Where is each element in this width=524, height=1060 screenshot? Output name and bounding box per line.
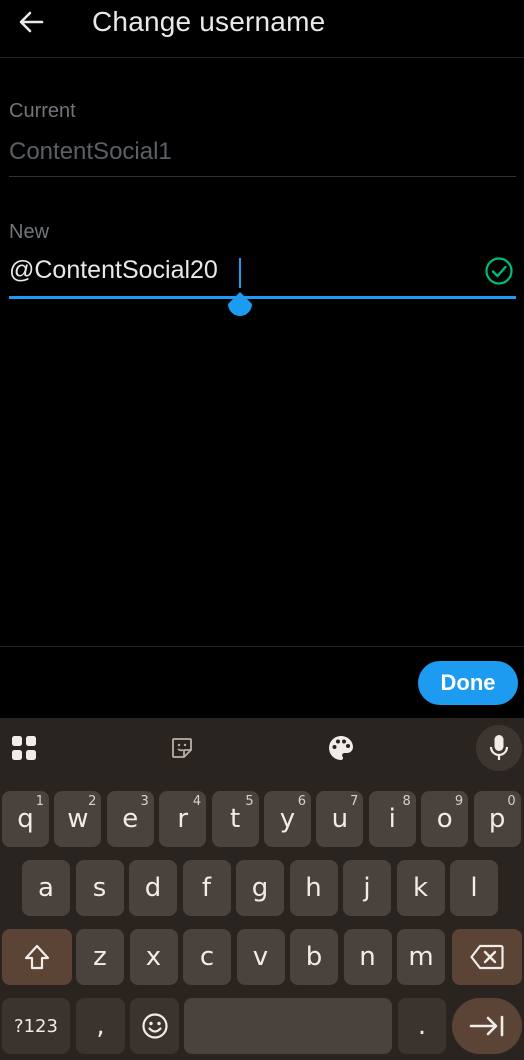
page-title: Change username: [92, 6, 326, 37]
key-i[interactable]: i8: [368, 791, 416, 847]
key-f[interactable]: f: [182, 860, 231, 916]
key-w-label: w: [67, 804, 89, 834]
key-s[interactable]: s: [75, 860, 124, 916]
on-screen-keyboard: ?123 , . q1w2e3r4t5y6u7i8o9p0asdfghjklzx…: [0, 718, 524, 1060]
key-g[interactable]: g: [236, 860, 284, 916]
voice-input-button[interactable]: [476, 725, 522, 771]
new-username-input[interactable]: @ContentSocial20: [9, 256, 218, 285]
key-e[interactable]: e3: [106, 791, 154, 847]
key-a-label: a: [38, 873, 54, 903]
back-button[interactable]: [12, 4, 50, 40]
key-o-label: o: [436, 804, 453, 834]
key-b[interactable]: b: [290, 929, 338, 985]
key-m-label: m: [408, 942, 434, 972]
key-d[interactable]: d: [129, 860, 177, 916]
key-u-label: u: [331, 804, 349, 834]
key-r-hint: 4: [192, 794, 202, 809]
text-cursor: [239, 258, 241, 288]
key-b-label: b: [305, 942, 323, 972]
key-x[interactable]: x: [129, 929, 178, 985]
key-y-hint: 6: [297, 794, 306, 809]
key-p[interactable]: p0: [473, 791, 521, 847]
enter-key[interactable]: [452, 998, 522, 1054]
key-l-label: l: [470, 873, 478, 903]
key-q-label: q: [17, 804, 34, 834]
key-j-label: j: [363, 873, 371, 903]
key-m[interactable]: m: [397, 929, 445, 985]
shift-key[interactable]: [2, 929, 72, 985]
comma-key[interactable]: ,: [76, 998, 125, 1054]
emoji-icon: [141, 1013, 168, 1039]
key-u[interactable]: u7: [316, 791, 364, 847]
key-v-label: v: [252, 942, 269, 972]
key-r-label: r: [177, 804, 189, 834]
key-t-hint: 5: [245, 794, 254, 809]
sticker-button[interactable]: [166, 726, 198, 770]
arrow-left-icon: [19, 11, 44, 33]
palette-icon: [329, 736, 353, 760]
emoji-key[interactable]: [130, 998, 179, 1054]
key-t[interactable]: t5: [211, 791, 259, 847]
key-s-label: s: [92, 873, 107, 903]
mic-background: [476, 725, 522, 771]
key-q-hint: 1: [35, 794, 44, 809]
app-header: Change username: [0, 0, 524, 58]
key-e-hint: 3: [140, 794, 149, 809]
key-y[interactable]: y6: [264, 791, 311, 847]
space-bar[interactable]: [184, 998, 392, 1054]
key-n[interactable]: n: [343, 929, 392, 985]
new-label: New: [9, 221, 50, 243]
key-k-label: k: [412, 873, 429, 903]
input-underline: [9, 296, 516, 299]
key-i-hint: 8: [402, 794, 411, 809]
key-h-label: h: [305, 873, 322, 903]
sticker-icon: [172, 738, 192, 758]
key-p-hint: 0: [507, 794, 516, 809]
key-v[interactable]: v: [236, 929, 285, 985]
check-circle-icon: [485, 257, 513, 285]
key-o[interactable]: o9: [421, 791, 469, 847]
apps-grid-button[interactable]: [6, 726, 42, 770]
backspace-key[interactable]: [452, 929, 522, 985]
key-o-hint: 9: [454, 794, 464, 809]
key-h[interactable]: h: [289, 860, 338, 916]
key-z[interactable]: z: [76, 929, 124, 985]
divider: [9, 176, 516, 177]
period-key[interactable]: .: [398, 998, 446, 1054]
key-g-label: g: [251, 873, 269, 903]
key-f-label: f: [201, 873, 212, 903]
cursor-handle[interactable]: [226, 290, 254, 322]
backspace-icon: [470, 944, 504, 970]
key-c-label: c: [199, 942, 215, 972]
shift-icon: [24, 944, 50, 970]
bottom-divider: [0, 646, 524, 647]
key-l[interactable]: l: [450, 860, 498, 916]
key-y-label: y: [279, 804, 296, 834]
key-q[interactable]: q1: [2, 791, 49, 847]
theme-button[interactable]: [324, 726, 358, 770]
key-r[interactable]: r4: [159, 791, 207, 847]
key-t-label: t: [229, 804, 241, 834]
key-i-label: i: [388, 804, 396, 834]
key-d-label: d: [144, 873, 162, 903]
key-x-label: x: [145, 942, 162, 972]
key-w[interactable]: w2: [54, 791, 102, 847]
done-button[interactable]: Done: [418, 661, 518, 705]
key-p-label: p: [488, 804, 506, 834]
key-c[interactable]: c: [183, 929, 231, 985]
microphone-icon: [489, 735, 509, 760]
key-n-label: n: [359, 942, 376, 972]
key-z-label: z: [93, 942, 107, 972]
key-u-hint: 7: [350, 794, 359, 809]
key-e-label: e: [122, 804, 139, 834]
key-a[interactable]: a: [22, 860, 70, 916]
key-w-hint: 2: [88, 794, 97, 809]
key-j[interactable]: j: [343, 860, 391, 916]
apps-grid-icon: [12, 736, 36, 760]
key-k[interactable]: k: [396, 860, 445, 916]
tab-arrow-icon: [469, 1015, 504, 1037]
current-username: ContentSocial1: [9, 138, 172, 165]
symbols-key[interactable]: ?123: [2, 998, 70, 1054]
current-label: Current: [9, 100, 76, 122]
